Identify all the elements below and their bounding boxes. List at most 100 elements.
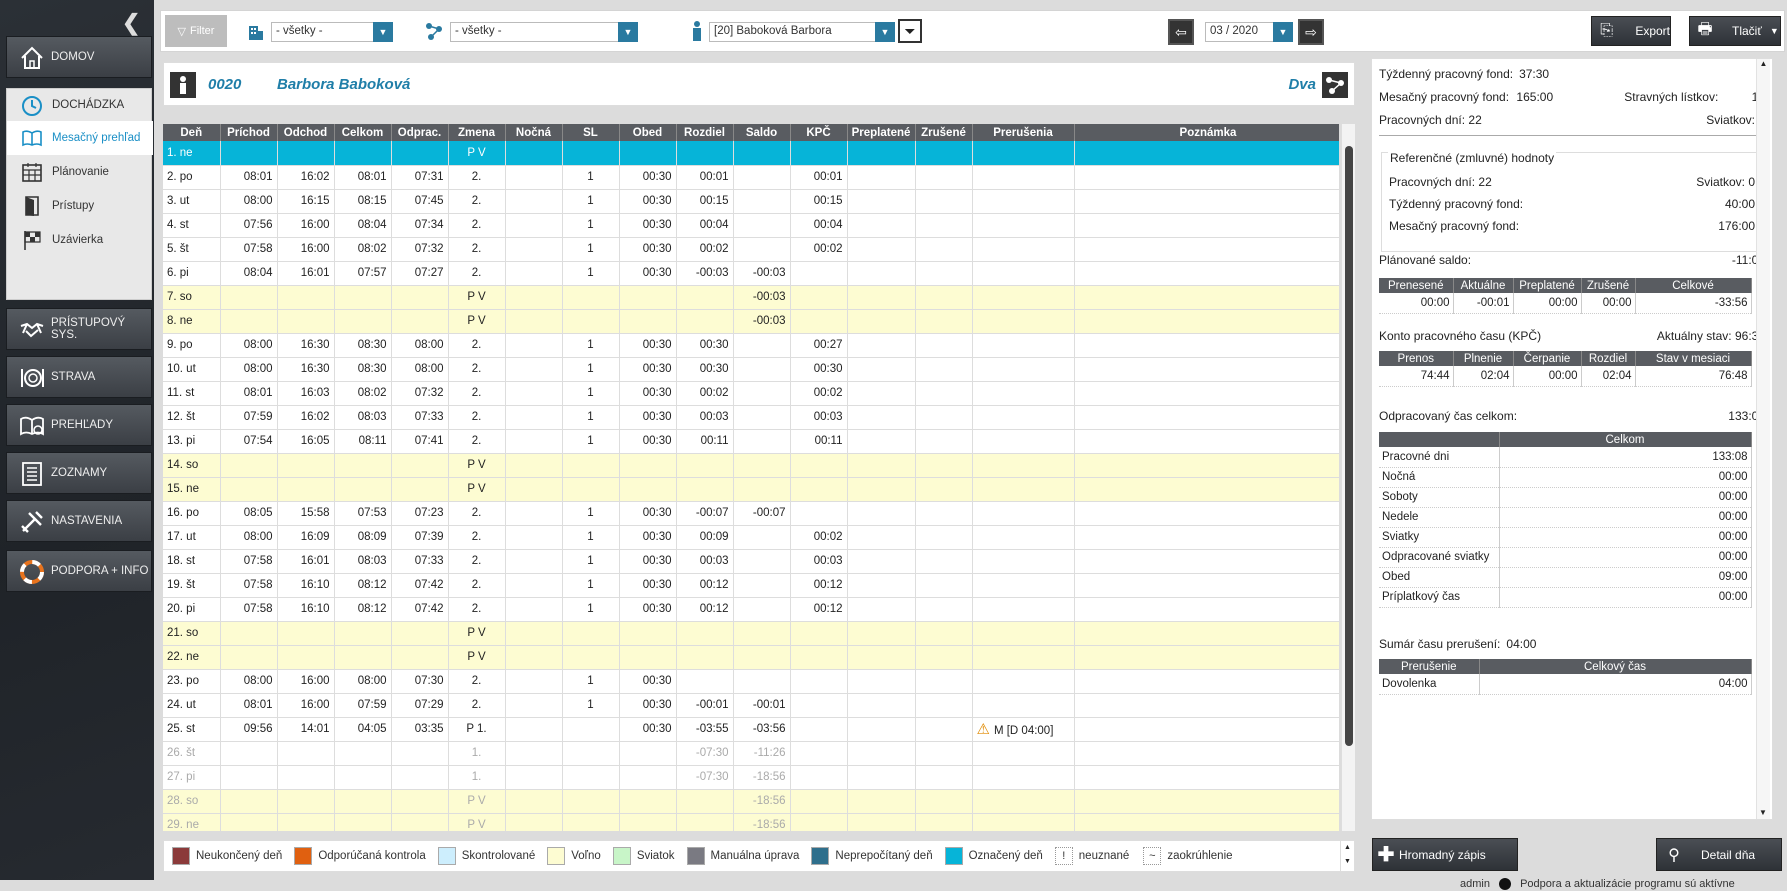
column-header[interactable]: Odchod [277, 124, 335, 141]
column-header[interactable]: Obed [619, 124, 677, 141]
period-select[interactable]: 03 / 2020 ▼ [1205, 22, 1293, 42]
table-row[interactable]: 4. st 07:56 16:00 08:04 07:34 2. 1 00:30 00:04 00… [163, 213, 1339, 238]
table-row[interactable]: 19. št 07:58 16:10 08:12 07:42 2. 1 00:30 00:12 0… [163, 573, 1339, 598]
menu-item-prehlady[interactable]: PREHĽADY [6, 404, 152, 446]
scroll-down-icon[interactable]: ▼ [1757, 808, 1769, 817]
day-detail-button[interactable]: ⚲ Detail dňa [1656, 838, 1782, 871]
table-row[interactable]: 2. po 08:01 16:02 08:01 07:31 2. 1 00:30 00:01 00… [163, 165, 1339, 190]
column-header[interactable]: Nočná [505, 124, 563, 141]
table-row[interactable]: 17. ut 08:00 16:09 08:09 07:39 2. 1 00:30 00:09 0… [163, 525, 1339, 550]
column-header[interactable]: Saldo [733, 124, 791, 141]
chevron-down-icon[interactable]: ▼ [1770, 26, 1779, 36]
table-row[interactable]: 3. ut 08:00 16:15 08:15 07:45 2. 1 00:30 00:15 00… [163, 189, 1339, 214]
table-row[interactable]: 18. st 07:58 16:01 08:03 07:33 2. 1 00:30 00:03 0… [163, 549, 1339, 574]
scroll-up-icon[interactable]: ▲ [1757, 59, 1770, 68]
menu-item-zoznamy[interactable]: ZOZNAMY [6, 452, 152, 494]
table-row[interactable]: 12. št 07:59 16:02 08:03 07:33 2. 1 00:30 00:03 0… [163, 405, 1339, 430]
table-row[interactable]: 25. st 09:56 14:01 04:05 03:35 P 1. 00:30 -03:5… [163, 717, 1339, 742]
table-cell: -00:03 [733, 261, 791, 286]
table-cell: 1 [562, 525, 620, 550]
submenu-item-uzavierka[interactable]: Uzávierka [7, 223, 153, 257]
menu-item-strava[interactable]: STRAVA [6, 356, 152, 398]
column-header[interactable]: Zmena [448, 124, 506, 141]
bulk-entry-button[interactable]: ✚ Hromadný zápis [1372, 838, 1518, 871]
table-cell: 08:01 [220, 165, 278, 190]
table-row[interactable]: 29. ne P V -18:56 [163, 813, 1339, 831]
print-button[interactable]: 🖶 Tlačiť ▼ [1689, 16, 1781, 46]
column-header[interactable]: Príchod [220, 124, 278, 141]
table-row[interactable]: 20. pi 07:58 16:10 08:12 07:42 2. 1 00:30 00:12 0… [163, 597, 1339, 622]
table-row[interactable]: 5. št 07:58 16:00 08:02 07:32 2. 1 00:30 00:02 00… [163, 237, 1339, 262]
column-header[interactable]: Prerušenia [972, 124, 1075, 141]
chevron-down-icon[interactable]: ▼ [618, 22, 638, 42]
previous-month-button[interactable]: ⇦ [1168, 19, 1194, 45]
table-row[interactable]: 11. st 08:01 16:03 08:02 07:32 2. 1 00:30 00:02 0… [163, 381, 1339, 406]
person-icon [170, 72, 196, 98]
export-button[interactable]: ⎘ Export [1591, 16, 1671, 46]
filter-toggle-button[interactable]: ▽ Filter [165, 15, 227, 47]
table-scrollbar[interactable] [1341, 124, 1355, 831]
next-month-button[interactable]: ⇨ [1298, 19, 1324, 45]
column-header[interactable]: SL [562, 124, 620, 141]
column-header[interactable]: Rozdiel [676, 124, 734, 141]
column-header[interactable]: Celkom [334, 124, 392, 141]
column-header[interactable]: Odprac. [391, 124, 449, 141]
table-cell: 1 [562, 549, 620, 574]
chevron-down-icon[interactable]: ▼ [1273, 22, 1293, 42]
org-tree-icon[interactable] [1322, 72, 1348, 98]
scroll-down-icon[interactable]: ▼ [1344, 858, 1351, 865]
building-select[interactable]: - všetky - ▼ [271, 22, 393, 42]
column-header[interactable]: Poznámka [1074, 124, 1339, 141]
menu-item-nastavenia[interactable]: NASTAVENIA [6, 500, 152, 542]
table-cell [1074, 357, 1339, 382]
table-cell [972, 741, 1075, 766]
menu-item-podpora-info[interactable]: PODPORA + INFO [6, 550, 152, 592]
chevron-down-icon[interactable]: ▼ [373, 22, 393, 42]
menu-item-domov[interactable]: DOMOV [6, 36, 152, 78]
table-row[interactable]: 1. ne P V [163, 141, 1339, 166]
legend-scrollbar[interactable]: ▲ ▼ [1340, 841, 1354, 871]
table-row[interactable]: 24. ut 08:01 16:00 07:59 07:29 2. 1 00:30 -00:01… [163, 693, 1339, 718]
table-cell [790, 453, 848, 478]
table-row[interactable]: 13. pi 07:54 16:05 08:11 07:41 2. 1 00:30 00:11 0… [163, 429, 1339, 454]
person-select[interactable]: [20] Baboková Barbora ▼ [709, 22, 895, 42]
table-row[interactable]: 14. so P V [163, 453, 1339, 478]
table-row[interactable]: 22. ne P V [163, 645, 1339, 670]
table-cell [619, 309, 677, 334]
scroll-up-icon[interactable]: ▲ [1344, 844, 1351, 851]
column-header[interactable]: KPČ [790, 124, 848, 141]
table-row[interactable]: 27. pi 1. -07:30 -18:56 [163, 765, 1339, 790]
summary-row-label: Príplatkový čas [1379, 587, 1500, 608]
submenu-item-planovanie[interactable]: Plánovanie [7, 155, 153, 189]
menu-item-pristupovy-sys[interactable]: PRÍSTUPOVÝ SYS. [6, 308, 152, 350]
group-select[interactable]: - všetky - ▼ [450, 22, 638, 42]
scrollbar-thumb[interactable] [1345, 146, 1353, 746]
chevron-down-icon[interactable]: ▼ [875, 22, 895, 42]
column-header[interactable]: Zrušené [915, 124, 973, 141]
column-header[interactable]: Preplatené [847, 124, 916, 141]
table-row[interactable]: 10. ut 08:00 16:30 08:30 08:00 2. 1 00:30 00:30 0… [163, 357, 1339, 382]
summary-scrollbar[interactable]: ▲ ▼ [1756, 59, 1770, 819]
person-filter-icon[interactable]: ⏷ [898, 19, 922, 43]
table-row[interactable]: 28. so P V -18:56 [163, 789, 1339, 814]
table-cell [220, 621, 278, 646]
table-row[interactable]: 15. ne P V [163, 477, 1339, 502]
summary-row-label: Dovolenka [1379, 674, 1480, 695]
table-row[interactable]: 7. so P V -00:03 [163, 285, 1339, 310]
table-row[interactable]: 6. pi 08:04 16:01 07:57 07:27 2. 1 00:30 -00:03-… [163, 261, 1339, 286]
table-cell: -18:56 [733, 789, 791, 814]
collapse-sidebar-icon[interactable]: ❮ [122, 10, 140, 36]
submenu-item-pristupy[interactable]: Prístupy [7, 189, 153, 223]
table-row[interactable]: 8. ne P V -00:03 [163, 309, 1339, 334]
table-row[interactable]: 9. po 08:00 16:30 08:30 08:00 2. 1 00:30 00:30 00… [163, 333, 1339, 358]
table-row[interactable]: 21. so P V [163, 621, 1339, 646]
table-row[interactable]: 23. po 08:00 16:00 08:00 07:30 2. 1 00:30 [163, 669, 1339, 694]
warning-icon[interactable]: ⚠ [977, 721, 990, 738]
table-cell [915, 405, 973, 430]
menu-item-dochadzka[interactable]: DOCHÁDZKA [7, 89, 153, 121]
table-cell: 07:27 [391, 261, 449, 286]
column-header[interactable]: Deň [163, 124, 221, 141]
table-row[interactable]: 26. št 1. -07:30 -11:26 [163, 741, 1339, 766]
submenu-item-mesacny-prehlad[interactable]: Mesačný prehľad [7, 121, 153, 155]
table-row[interactable]: 16. po 08:05 15:58 07:53 07:23 2. 1 00:30 -00:07… [163, 501, 1339, 526]
